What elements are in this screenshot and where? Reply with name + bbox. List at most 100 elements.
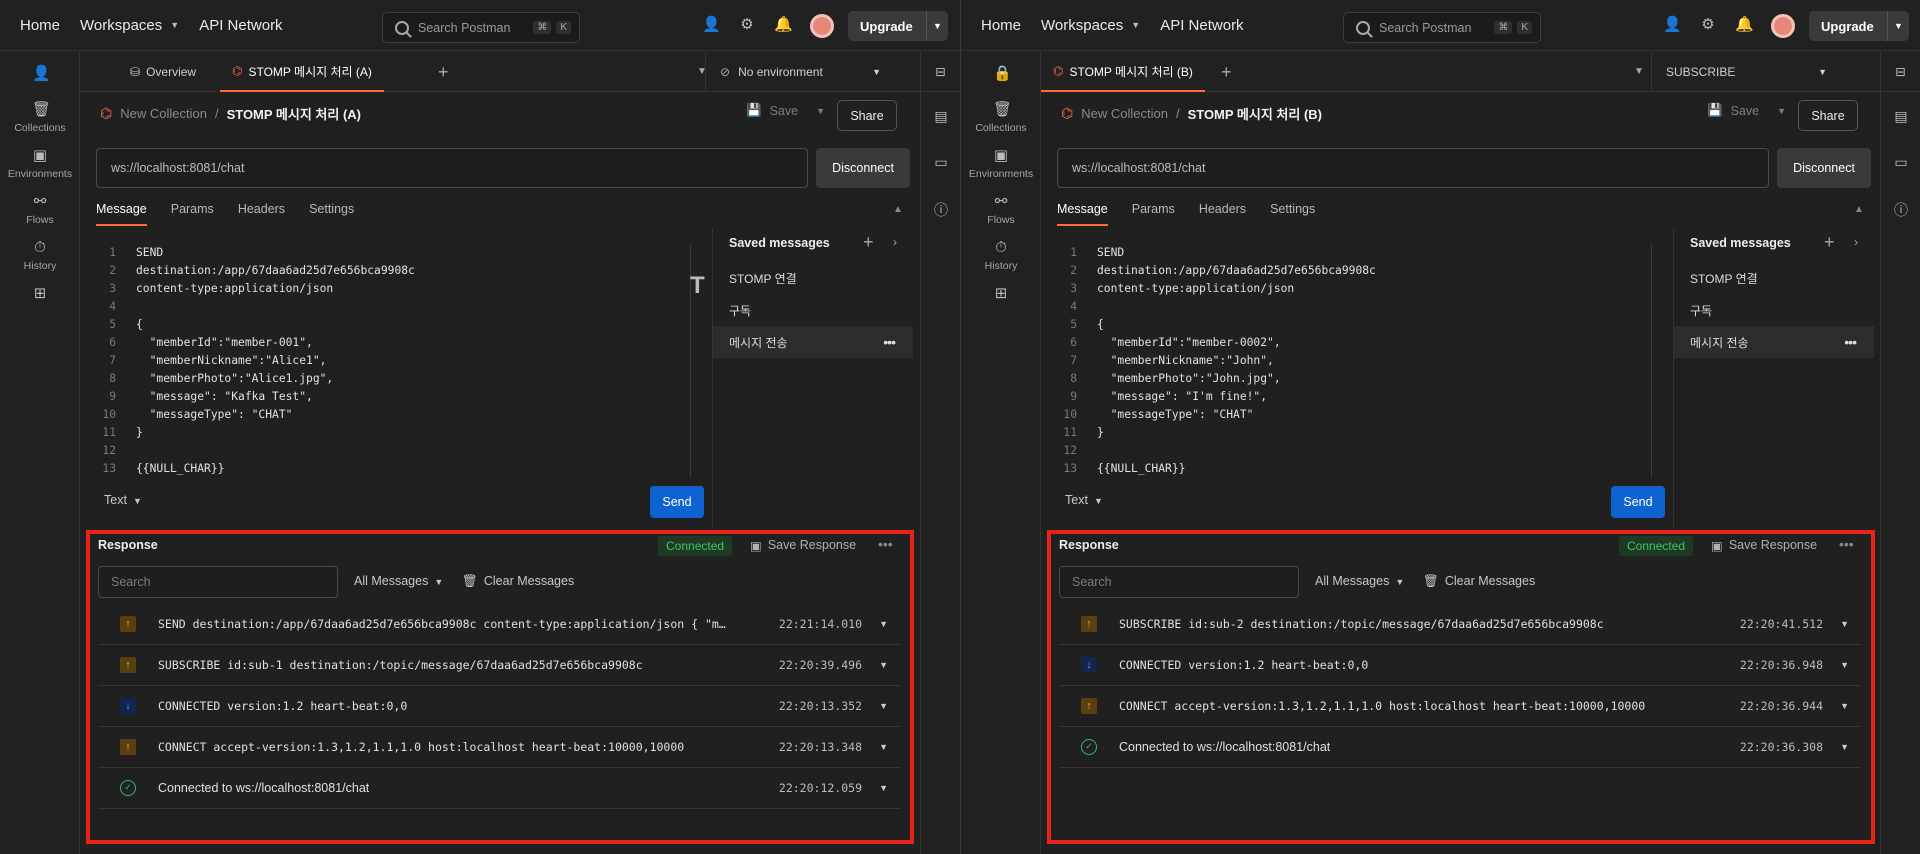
- more-options-icon[interactable]: •••: [883, 334, 896, 350]
- nav-workspaces[interactable]: Workspaces ▼: [1041, 17, 1140, 34]
- tab-params[interactable]: Params: [1132, 202, 1175, 226]
- chevron-down-icon[interactable]: ▼: [879, 783, 888, 793]
- chevron-right-icon[interactable]: ›: [893, 235, 897, 249]
- format-selector[interactable]: Text ▼: [104, 493, 142, 507]
- more-options-icon[interactable]: •••: [1839, 536, 1854, 552]
- chevron-right-icon[interactable]: ›: [1854, 235, 1858, 249]
- saved-message-item[interactable]: STOMP 연결: [713, 262, 913, 294]
- documentation-icon[interactable]: ▤: [1893, 108, 1909, 124]
- tab-message[interactable]: Message: [96, 202, 147, 226]
- saved-message-item[interactable]: 구독: [1674, 294, 1874, 326]
- nav-home[interactable]: Home: [20, 17, 60, 34]
- breadcrumb-collection[interactable]: New Collection: [1081, 106, 1168, 121]
- save-button[interactable]: 💾 Save ▼: [746, 103, 825, 118]
- invite-user-icon[interactable]: 👤: [1663, 16, 1682, 34]
- comments-icon[interactable]: ▭: [1893, 154, 1909, 170]
- more-options-icon[interactable]: •••: [1844, 334, 1857, 350]
- more-options-icon[interactable]: •••: [878, 536, 893, 552]
- chevron-down-icon[interactable]: ▼: [1840, 660, 1849, 670]
- saved-message-item[interactable]: 메시지 전송 •••: [713, 326, 913, 358]
- table-row[interactable]: ↑ SEND destination:/app/67daa6ad25d7e656b…: [98, 604, 900, 645]
- chevron-down-icon[interactable]: ▼: [1840, 742, 1849, 752]
- tab-message[interactable]: Message: [1057, 202, 1108, 226]
- settings-gear-icon[interactable]: ⚙: [1699, 16, 1717, 34]
- format-selector[interactable]: Text ▼: [1065, 493, 1103, 507]
- table-row[interactable]: ↓ CONNECTED version:1.2 heart-beat:0,0 22:…: [98, 686, 900, 727]
- send-button[interactable]: Send: [1611, 486, 1665, 518]
- sidebar-item-history[interactable]: ⏱ History: [0, 240, 80, 273]
- collapse-chevron-icon[interactable]: ▲: [893, 204, 903, 215]
- sidebar-item-environments[interactable]: ▣ Environments: [0, 148, 80, 181]
- table-row[interactable]: ↑ CONNECT accept-version:1.3,1.2,1.1,1.0 …: [1059, 686, 1861, 727]
- environment-selector[interactable]: ⊘ No environment ▼: [705, 52, 895, 92]
- new-tab-plus-icon[interactable]: +: [438, 62, 449, 83]
- invite-user-icon[interactable]: 👤: [702, 16, 721, 34]
- saved-message-item[interactable]: STOMP 연결: [1674, 262, 1874, 294]
- tab-params[interactable]: Params: [171, 202, 214, 226]
- all-messages-filter[interactable]: All Messages ▼: [354, 574, 443, 588]
- disconnect-button[interactable]: Disconnect: [816, 148, 910, 188]
- sidebar-item-collections[interactable]: 🗑 Collections: [961, 102, 1041, 135]
- tab-overview[interactable]: ⛁ Overview: [130, 52, 196, 92]
- url-input[interactable]: ws://localhost:8081/chat: [96, 148, 808, 188]
- send-button[interactable]: Send: [650, 486, 704, 518]
- message-editor[interactable]: 1 SEND 2 destination:/app/67daa6ad25d7e656b…: [96, 244, 690, 478]
- sidebar-item-flows[interactable]: ⚯ Flows: [961, 194, 1041, 227]
- chevron-down-icon[interactable]: ▼: [879, 660, 888, 670]
- tab-active-request[interactable]: ⌬ STOMP 메시지 처리 (B): [1041, 52, 1205, 92]
- table-row[interactable]: ✓ Connected to ws://localhost:8081/chat 22…: [98, 768, 900, 809]
- search-input[interactable]: Search Postman ⌘ K: [1343, 12, 1541, 43]
- chevron-down-icon[interactable]: ▼: [1840, 619, 1849, 629]
- tab-active-request[interactable]: ⌬ STOMP 메시지 처리 (A): [220, 52, 384, 92]
- chevron-down-icon[interactable]: ▼: [926, 11, 948, 41]
- collapse-chevron-icon[interactable]: ▲: [1854, 204, 1864, 215]
- avatar[interactable]: [1771, 14, 1795, 38]
- upgrade-button[interactable]: Upgrade ▼: [848, 11, 948, 41]
- clear-messages-button[interactable]: 🗑 Clear Messages: [462, 574, 574, 589]
- add-saved-message-icon[interactable]: +: [863, 232, 874, 253]
- response-search-input[interactable]: Search: [1059, 566, 1299, 598]
- chevron-down-icon[interactable]: ▼: [879, 742, 888, 752]
- chevron-down-icon[interactable]: ▼: [879, 619, 888, 629]
- environment-quick-look-icon[interactable]: ⊟: [920, 52, 960, 92]
- chevron-down-icon[interactable]: ▼: [816, 106, 825, 116]
- all-messages-filter[interactable]: All Messages ▼: [1315, 574, 1404, 588]
- page-title[interactable]: STOMP 메시지 처리 (B): [1188, 104, 1322, 123]
- nav-workspaces[interactable]: Workspaces ▼: [80, 17, 179, 34]
- avatar[interactable]: [810, 14, 834, 38]
- sidebar-item-collections[interactable]: 🗑 Collections: [0, 102, 80, 135]
- notification-bell-icon[interactable]: 🔔: [1735, 16, 1754, 34]
- response-search-input[interactable]: Search: [98, 566, 338, 598]
- environment-quick-look-icon[interactable]: ⊟: [1880, 52, 1920, 92]
- apps-grid-icon[interactable]: ⊞: [0, 286, 80, 306]
- user-icon[interactable]: 👤: [0, 66, 80, 86]
- table-row[interactable]: ✓ Connected to ws://localhost:8081/chat 22…: [1059, 727, 1861, 768]
- breadcrumb-collection[interactable]: New Collection: [120, 106, 207, 121]
- save-response-button[interactable]: ▣ Save Response: [750, 538, 856, 553]
- nav-home[interactable]: Home: [981, 17, 1021, 34]
- settings-gear-icon[interactable]: ⚙: [738, 16, 756, 34]
- tab-settings[interactable]: Settings: [309, 202, 354, 226]
- chevron-down-icon[interactable]: ▼: [1887, 11, 1909, 41]
- saved-message-item[interactable]: 구독: [713, 294, 913, 326]
- add-saved-message-icon[interactable]: +: [1824, 232, 1835, 253]
- info-icon[interactable]: ⓘ: [933, 202, 949, 218]
- table-row[interactable]: ↑ SUBSCRIBE id:sub-2 destination:/topic/m…: [1059, 604, 1861, 645]
- editor-scrollbar[interactable]: [1651, 244, 1665, 478]
- apps-grid-icon[interactable]: ⊞: [961, 286, 1041, 306]
- message-editor[interactable]: 1 SEND 2 destination:/app/67daa6ad25d7e656b…: [1057, 244, 1651, 478]
- sidebar-item-flows[interactable]: ⚯ Flows: [0, 194, 80, 227]
- save-response-button[interactable]: ▣ Save Response: [1711, 538, 1817, 553]
- upgrade-button[interactable]: Upgrade ▼: [1809, 11, 1909, 41]
- notification-bell-icon[interactable]: 🔔: [774, 16, 793, 34]
- nav-api-network[interactable]: API Network: [199, 17, 282, 34]
- tab-headers[interactable]: Headers: [238, 202, 285, 226]
- tabs-chevron-down-icon[interactable]: ▼: [1634, 66, 1644, 77]
- saved-message-item[interactable]: 메시지 전송 •••: [1674, 326, 1874, 358]
- sidebar-item-environments[interactable]: ▣ Environments: [961, 148, 1041, 181]
- disconnect-button[interactable]: Disconnect: [1777, 148, 1871, 188]
- lock-icon[interactable]: 🔒: [961, 66, 1041, 86]
- tab-settings[interactable]: Settings: [1270, 202, 1315, 226]
- clear-messages-button[interactable]: 🗑 Clear Messages: [1423, 574, 1535, 589]
- chevron-down-icon[interactable]: ▼: [1777, 106, 1786, 116]
